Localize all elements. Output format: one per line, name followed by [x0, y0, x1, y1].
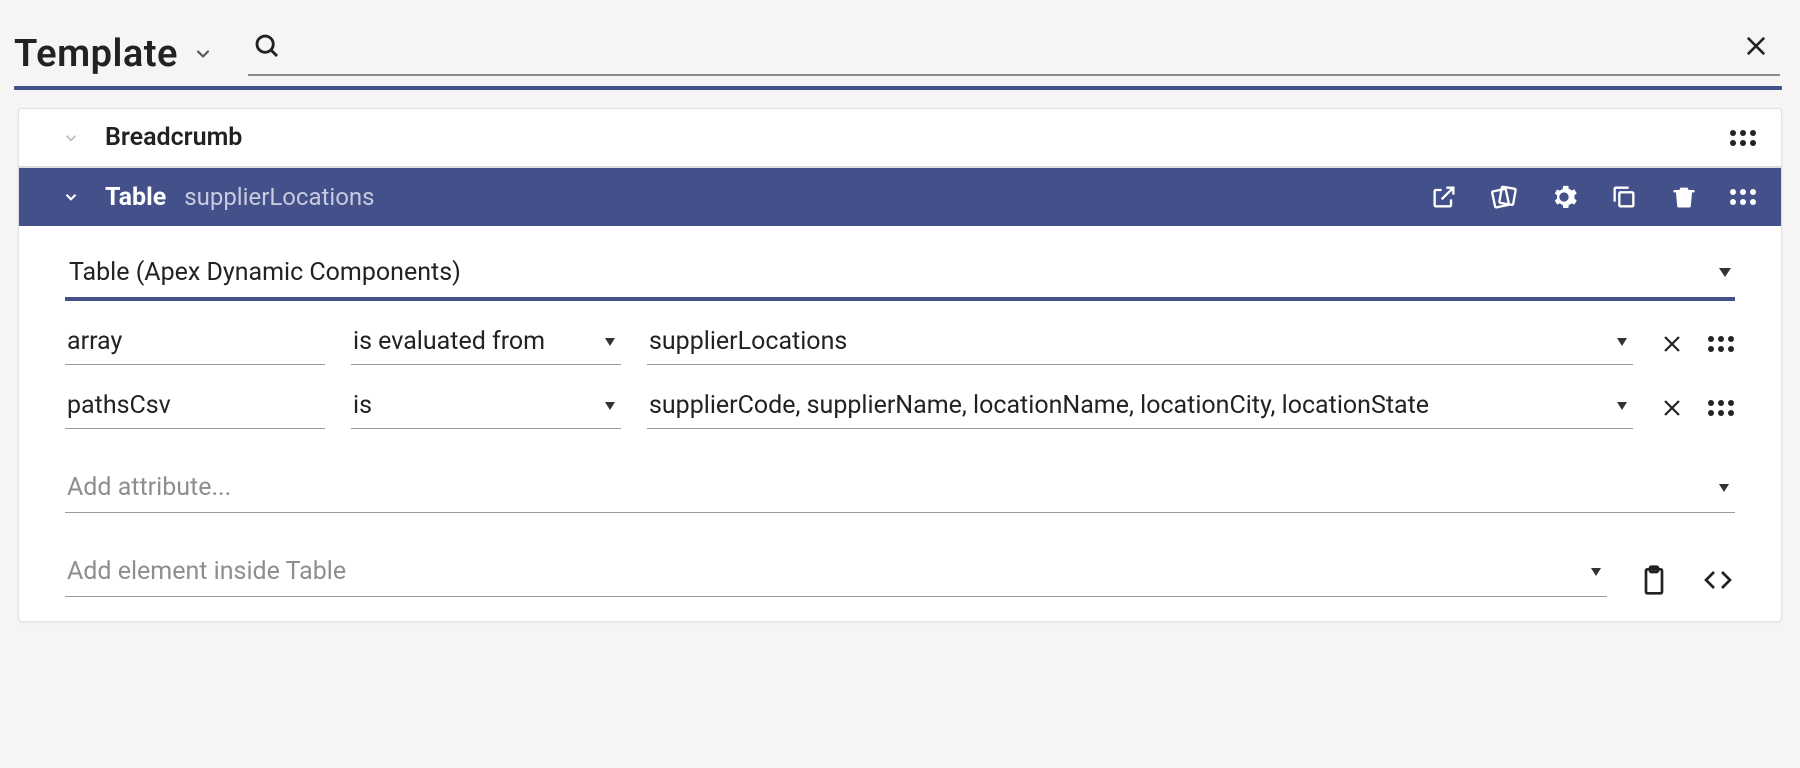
add-element-input[interactable]: Add element inside Table [65, 549, 1607, 597]
close-icon [1742, 32, 1770, 60]
dropdown-caret-icon [1591, 568, 1601, 576]
breadcrumb-toggle[interactable] [59, 126, 83, 150]
dropdown-caret-icon [1719, 268, 1731, 277]
cards-icon [1490, 183, 1518, 211]
attr-value-field[interactable]: supplierLocations [647, 323, 1633, 365]
attr-operator-select[interactable]: is [351, 387, 621, 429]
attr-value-text: supplierCode, supplierName, locationName… [649, 391, 1429, 420]
attr-row-trailing [1659, 331, 1735, 365]
editor-card: Breadcrumb Table supplierLocations [18, 108, 1782, 622]
dropdown-caret-icon [1617, 402, 1627, 410]
dropdown-caret-icon [605, 402, 615, 410]
attr-value-text: supplierLocations [649, 327, 847, 356]
add-attribute-input[interactable]: Add attribute... [65, 465, 1735, 513]
attribute-row: array is evaluated from supplierLocation… [65, 301, 1735, 365]
close-icon [1660, 332, 1684, 356]
table-name-label: supplierLocations [184, 183, 374, 211]
breadcrumb-row[interactable]: Breadcrumb [19, 109, 1781, 168]
copy-button[interactable] [1609, 182, 1639, 212]
gear-icon [1550, 183, 1578, 211]
copy-icon [1610, 183, 1638, 211]
code-icon [1702, 564, 1734, 596]
breadcrumb-drag-handle[interactable] [1729, 130, 1757, 146]
page-title: Template [14, 32, 178, 76]
component-select-value: Table (Apex Dynamic Components) [69, 258, 461, 287]
attr-operator-select[interactable]: is evaluated from [351, 323, 621, 365]
paste-button[interactable] [1637, 563, 1671, 597]
component-select[interactable]: Table (Apex Dynamic Components) [65, 248, 1735, 301]
search-icon [252, 31, 282, 61]
attr-name-field[interactable]: pathsCsv [65, 387, 325, 429]
open-external-icon [1430, 183, 1458, 211]
remove-attribute-button[interactable] [1659, 331, 1685, 357]
attr-name-value: pathsCsv [67, 391, 171, 420]
title-dropdown[interactable] [188, 39, 218, 69]
chevron-down-icon [62, 188, 80, 206]
attribute-row: pathsCsv is supplierCode, supplierName, … [65, 365, 1735, 429]
chevron-down-icon [62, 129, 80, 147]
add-element-row: Add element inside Table [65, 549, 1735, 597]
attr-operator-value: is [353, 391, 372, 420]
code-view-button[interactable] [1701, 563, 1735, 597]
style-button[interactable] [1489, 182, 1519, 212]
title-group: Template [14, 32, 218, 76]
page-header: Template [0, 18, 1800, 76]
table-header-bar[interactable]: Table supplierLocations [19, 168, 1781, 226]
delete-button[interactable] [1669, 182, 1699, 212]
clear-search-button[interactable] [1732, 22, 1780, 70]
dropdown-caret-icon [1719, 484, 1729, 492]
table-drag-handle[interactable] [1729, 189, 1757, 205]
breadcrumb-label: Breadcrumb [105, 123, 242, 152]
app-root: Template Breadcrumb [0, 0, 1800, 622]
attr-row-trailing [1659, 395, 1735, 429]
open-external-button[interactable] [1429, 182, 1459, 212]
settings-button[interactable] [1549, 182, 1579, 212]
dropdown-caret-icon [605, 338, 615, 346]
table-body: Table (Apex Dynamic Components) array is… [19, 226, 1781, 621]
attribute-drag-handle[interactable] [1707, 400, 1735, 416]
add-element-placeholder: Add element inside Table [67, 557, 346, 586]
table-toggle[interactable] [59, 185, 83, 209]
attr-operator-value: is evaluated from [353, 327, 545, 356]
search-area[interactable] [248, 18, 1780, 76]
attr-name-value: array [67, 327, 122, 356]
close-icon [1660, 396, 1684, 420]
attr-value-field[interactable]: supplierCode, supplierName, locationName… [647, 387, 1633, 429]
attr-name-field[interactable]: array [65, 323, 325, 365]
table-kind-label: Table [105, 183, 166, 212]
search-input[interactable] [288, 32, 1722, 60]
table-header-actions [1429, 182, 1757, 212]
chevron-down-icon [193, 44, 213, 64]
remove-attribute-button[interactable] [1659, 395, 1685, 421]
attribute-drag-handle[interactable] [1707, 336, 1735, 352]
accent-bar [14, 86, 1782, 90]
add-attribute-placeholder: Add attribute... [67, 473, 231, 502]
dropdown-caret-icon [1617, 338, 1627, 346]
clipboard-icon [1638, 564, 1670, 596]
trash-icon [1670, 183, 1698, 211]
